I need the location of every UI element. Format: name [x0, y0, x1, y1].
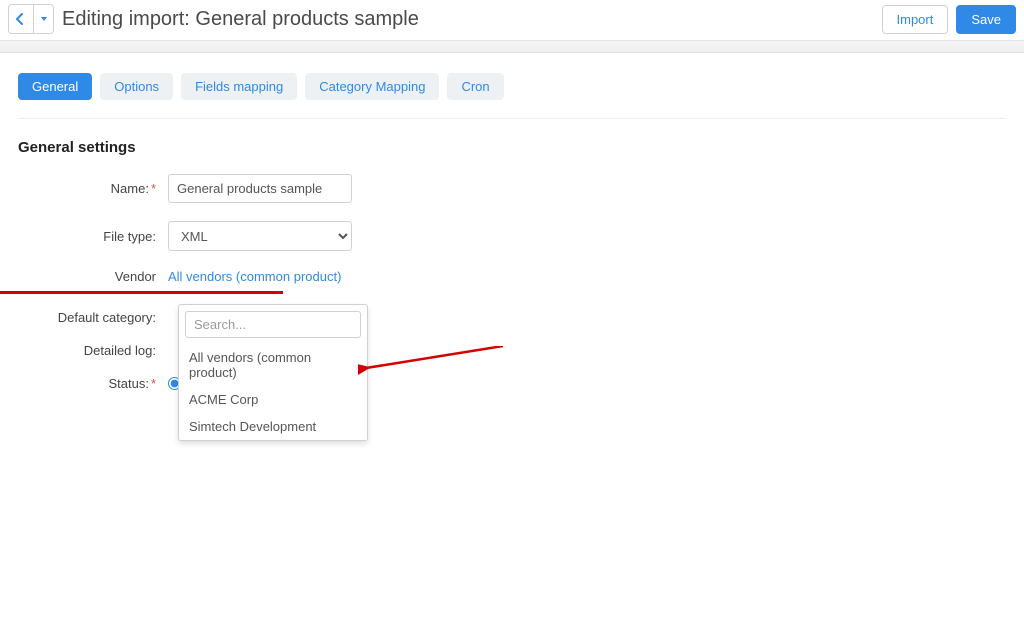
dropdown-search-input[interactable] [185, 311, 361, 338]
import-button[interactable]: Import [882, 5, 949, 34]
name-input[interactable] [168, 174, 352, 203]
back-button-group [8, 4, 54, 34]
required-asterisk: * [151, 376, 156, 391]
name-label: Name:* [18, 181, 168, 196]
dropdown-container: Default category: Detailed log: All vend… [18, 310, 1006, 358]
content: General Options Fields mapping Category … [0, 53, 1024, 429]
file-type-select[interactable]: XML [168, 221, 352, 251]
dropdown-item-acme[interactable]: ACME Corp [179, 386, 367, 413]
default-category-label: Default category: [18, 310, 168, 325]
form-row-file-type: File type: XML [18, 221, 1006, 251]
back-dropdown-button[interactable] [33, 5, 53, 33]
section-title: General settings [18, 139, 1006, 156]
name-label-text: Name: [111, 181, 149, 196]
status-label-text: Status: [108, 376, 148, 391]
form-row-detailed-log: Detailed log: [18, 343, 1006, 358]
annotation-underline [0, 291, 283, 294]
header-actions: Import Save [882, 5, 1016, 34]
form-row-status: Status:* Active Disabled [18, 376, 1006, 391]
dropdown-item-simtech[interactable]: Simtech Development [179, 413, 367, 440]
vendor-dropdown-panel: All vendors (common product) ACME Corp S… [178, 304, 368, 441]
dropdown-search-wrap [179, 305, 367, 344]
dropdown-item-all-vendors[interactable]: All vendors (common product) [179, 344, 367, 386]
tab-options[interactable]: Options [100, 73, 173, 100]
save-button[interactable]: Save [956, 5, 1016, 34]
vendor-label: Vendor [18, 269, 168, 284]
tab-general[interactable]: General [18, 73, 92, 100]
tab-category-mapping[interactable]: Category Mapping [305, 73, 439, 100]
detailed-log-label: Detailed log: [18, 343, 168, 358]
file-type-label: File type: [18, 229, 168, 244]
form-row-default-category: Default category: [18, 310, 1006, 325]
topbar: Editing import: General products sample … [0, 0, 1024, 41]
tab-row: General Options Fields mapping Category … [18, 73, 1006, 119]
arrow-left-icon [15, 13, 27, 25]
subbar [0, 41, 1024, 53]
status-label: Status:* [18, 376, 168, 391]
caret-down-icon [40, 15, 48, 23]
back-button[interactable] [9, 5, 33, 33]
form-row-name: Name:* [18, 174, 1006, 203]
required-asterisk: * [151, 181, 156, 196]
vendor-picker-link[interactable]: All vendors (common product) [168, 269, 341, 284]
tab-cron[interactable]: Cron [447, 73, 503, 100]
page-title: Editing import: General products sample [62, 8, 882, 31]
tab-fields-mapping[interactable]: Fields mapping [181, 73, 297, 100]
form-row-vendor: Vendor All vendors (common product) [18, 269, 1006, 284]
